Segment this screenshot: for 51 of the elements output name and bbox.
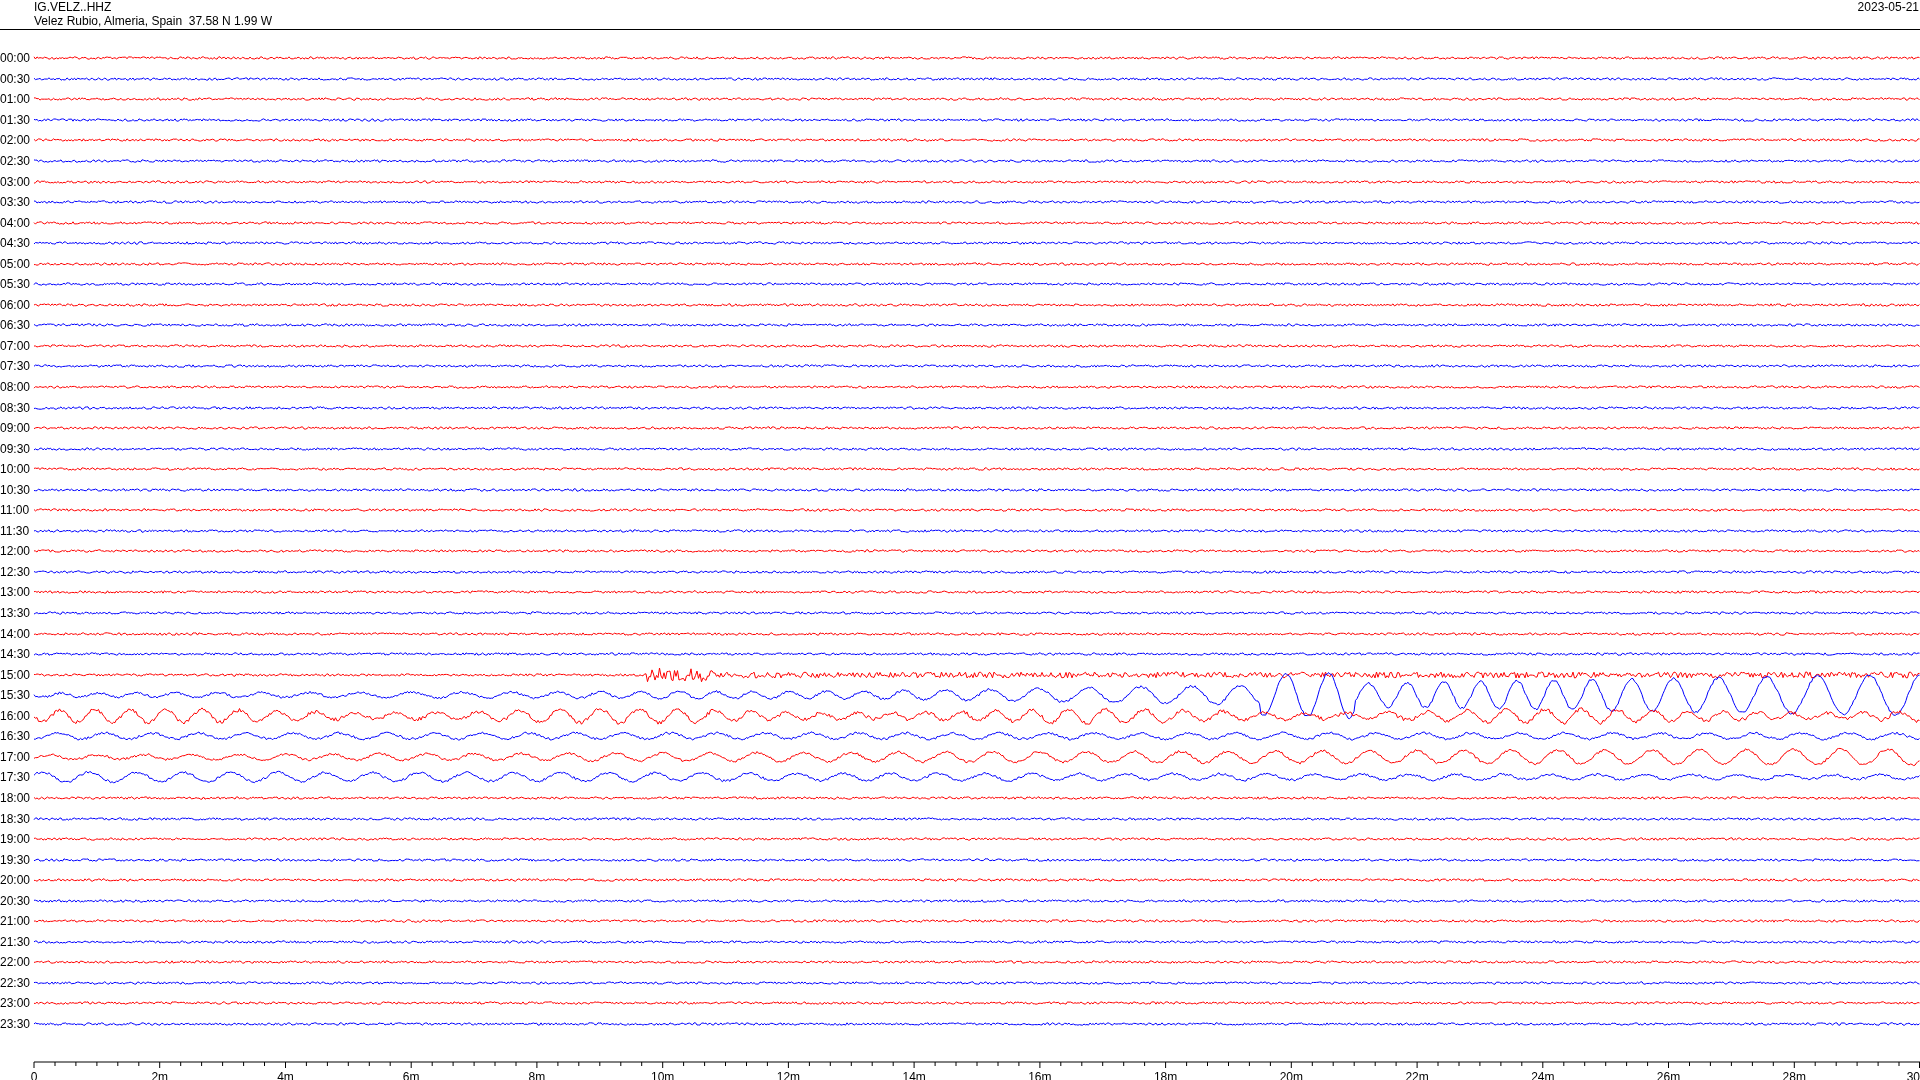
time-label: 13:00 [0, 586, 32, 599]
time-label: 04:30 [0, 237, 32, 250]
time-label: 14:30 [0, 648, 32, 661]
time-label: 21:30 [0, 935, 32, 948]
time-label: 07:00 [0, 339, 32, 352]
plot-date: 2023-05-21 [1857, 0, 1920, 14]
time-label: 04:00 [0, 216, 32, 229]
time-label: 00:30 [0, 72, 32, 85]
time-label: 03:30 [0, 196, 32, 209]
time-label: 19:30 [0, 853, 32, 866]
time-label: 19:00 [0, 833, 32, 846]
time-label: 08:30 [0, 401, 32, 414]
time-label: 03:00 [0, 175, 32, 188]
time-label: 22:00 [0, 956, 32, 969]
time-label: 06:00 [0, 298, 32, 311]
time-label: 01:30 [0, 113, 32, 126]
time-label: 05:30 [0, 278, 32, 291]
time-label: 09:30 [0, 442, 32, 455]
time-label: 02:00 [0, 134, 32, 147]
time-label: 11:00 [0, 504, 31, 517]
time-label: 11:30 [0, 524, 31, 537]
time-label: 07:30 [0, 360, 32, 373]
time-label: 09:00 [0, 422, 32, 435]
time-label: 21:00 [0, 915, 32, 928]
time-label: 02:30 [0, 155, 32, 167]
time-label: 00:00 [0, 52, 32, 65]
time-label: 23:00 [0, 997, 32, 1010]
station-code: IG.VELZ..HHZ [34, 0, 113, 14]
time-label: 05:00 [0, 257, 32, 270]
time-label: 06:30 [0, 319, 32, 332]
time-label: 18:00 [0, 791, 32, 804]
time-label: 10:00 [0, 463, 32, 476]
time-label: 17:30 [0, 771, 32, 784]
time-label: 18:30 [0, 812, 32, 825]
time-label: 14:00 [0, 627, 32, 640]
time-label: 10:30 [0, 483, 32, 496]
time-label: 17:00 [0, 750, 32, 763]
time-label: 15:00 [0, 668, 32, 681]
time-label: 16:30 [0, 730, 32, 743]
time-label: 22:30 [0, 976, 32, 989]
time-label: 16:00 [0, 709, 32, 722]
time-label: 15:30 [0, 689, 32, 702]
time-label: 12:00 [0, 545, 32, 558]
time-label: 20:30 [0, 894, 32, 907]
time-label: 13:30 [0, 607, 32, 620]
time-label: 23:30 [0, 1017, 32, 1030]
station-location: Velez Rubio, Almeria, Spain 37.58 N 1.99 W [34, 14, 273, 28]
time-label: 01:00 [0, 93, 32, 106]
time-label: 12:30 [0, 565, 32, 578]
time-label: 20:00 [0, 874, 32, 887]
time-label: 08:00 [0, 381, 32, 393]
